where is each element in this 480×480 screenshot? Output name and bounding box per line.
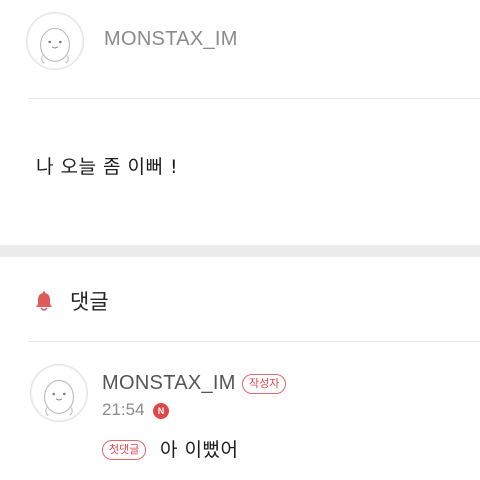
divider	[28, 98, 480, 99]
commenter-avatar[interactable]	[30, 364, 88, 422]
comment-item: MONSTAX_IM 작성자 21:54 N 첫댓글 아 이뻤어	[0, 342, 480, 480]
first-comment-badge: 첫댓글	[102, 440, 147, 460]
section-separator	[0, 245, 480, 257]
comments-header: 댓글	[0, 257, 480, 341]
mascot-face-icon	[39, 27, 71, 64]
commenter-name[interactable]: MONSTAX_IM	[102, 372, 236, 395]
comments-title: 댓글	[70, 290, 109, 314]
post-content: 나 오늘 좀 이뻐 !	[36, 156, 179, 178]
comment-timestamp: 21:54	[102, 400, 145, 419]
author-avatar[interactable]	[26, 12, 84, 70]
comment-text: 아 이뻤어	[160, 439, 239, 461]
new-badge: N	[153, 403, 169, 419]
author-badge: 작성자	[242, 374, 287, 394]
bell-icon[interactable]	[32, 290, 56, 314]
post-author-name[interactable]: MONSTAX_IM	[104, 28, 238, 51]
post-header: MONSTAX_IM	[0, 0, 480, 98]
mascot-face-icon	[43, 379, 75, 416]
